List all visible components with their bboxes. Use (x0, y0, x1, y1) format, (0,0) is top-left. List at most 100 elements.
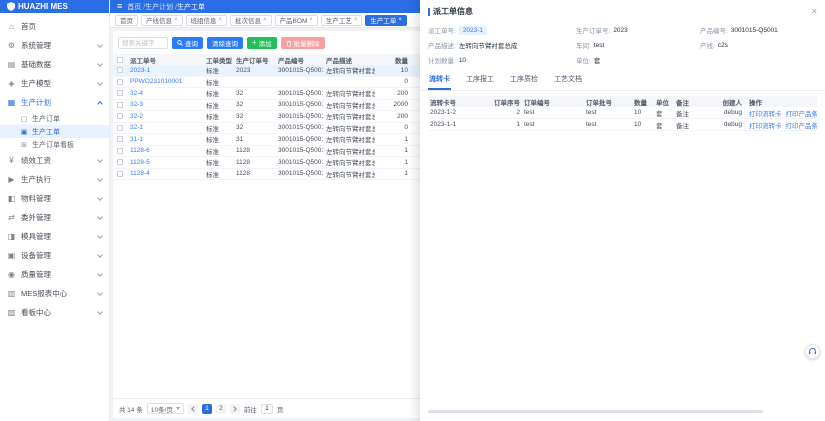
play-icon: ▶ (7, 175, 16, 184)
sidebar-item-production-model[interactable]: ◈生产模型 (0, 74, 109, 93)
shield-logo-icon (7, 2, 15, 11)
print-flow-card-link[interactable]: 打印流转卡 (749, 123, 782, 130)
flow-card-row[interactable]: 2023-1-2 2 test test 10 套 备注 debug 打印流转卡… (428, 107, 817, 119)
tab-team-info[interactable]: 班组信息× (186, 15, 228, 26)
mes-app: HUAZHI MES ⌂首页 ⚙系统管理 ▤基础数据 ◈生产模型 ▦生产计划 ▢… (0, 0, 825, 421)
sidebar-item-material[interactable]: ◧物料管理 (0, 189, 109, 208)
row-checkbox[interactable] (117, 125, 123, 131)
page-button-2[interactable]: 2 (216, 404, 226, 414)
dispatch-no-link[interactable]: 1128-6 (127, 147, 203, 154)
home-icon: ⌂ (7, 22, 16, 31)
breadcrumb-home[interactable]: 首页 (127, 2, 145, 12)
dispatch-no-link[interactable]: PPWO231010001 (127, 78, 203, 85)
sidebar-item-home[interactable]: ⌂首页 (0, 17, 109, 36)
sidebar-item-mold[interactable]: ◨模具管理 (0, 227, 109, 246)
sidebar-item-system[interactable]: ⚙系统管理 (0, 36, 109, 55)
tab-process-report[interactable]: 工序报工 (465, 72, 495, 90)
row-checkbox[interactable] (117, 67, 123, 73)
select-all-checkbox[interactable] (117, 57, 123, 63)
page-button-1[interactable]: 1 (202, 404, 212, 414)
sidebar-item-outsourcing[interactable]: ⇄委外管理 (0, 208, 109, 227)
dispatch-no-link[interactable]: 32-1 (127, 124, 203, 131)
flow-table-header: 流转卡号 订单序号 订单编号 订单批号 数量 单位 备注 创建人 操作 (428, 96, 817, 107)
search-input[interactable] (118, 37, 168, 49)
mold-icon: ◨ (7, 232, 16, 241)
dispatch-no-link[interactable]: 32-4 (127, 90, 203, 97)
row-checkbox[interactable] (117, 90, 123, 96)
dispatch-no-link[interactable]: 32-3 (127, 101, 203, 108)
search-button[interactable]: 查询 (172, 37, 203, 49)
row-checkbox[interactable] (117, 79, 123, 85)
sidebar-item-quality[interactable]: ◉质量管理 (0, 265, 109, 284)
sidebar-item-production-exec[interactable]: ▶生产执行 (0, 170, 109, 189)
chevron-up-icon (97, 101, 103, 107)
sidebar-item-mes-report-center[interactable]: ▥MES报表中心 (0, 284, 109, 303)
kanban-icon: ⊞ (20, 141, 28, 149)
sidebar-subitem-production-workorder[interactable]: ▣生产工单 (0, 125, 109, 138)
tab-process-inspection[interactable]: 工序质检 (509, 72, 539, 90)
tab-flow-card[interactable]: 流转卡 (428, 72, 451, 90)
row-checkbox[interactable] (117, 136, 123, 142)
next-page-button[interactable] (230, 404, 240, 414)
dispatch-no-link[interactable]: 2023-1 (127, 67, 203, 74)
assistant-floating-button[interactable] (805, 344, 820, 359)
page-size-select[interactable]: 10条/页 (147, 403, 184, 414)
tab-process-document[interactable]: 工艺文档 (553, 72, 583, 90)
col-quantity: 数量 (375, 55, 411, 65)
row-checkbox[interactable] (117, 102, 123, 108)
horizontal-scrollbar[interactable] (428, 410, 763, 413)
breadcrumb-production-plan[interactable]: 生产计划 (145, 2, 177, 12)
row-checkbox[interactable] (117, 148, 123, 154)
dispatch-no-link[interactable]: 1128-5 (127, 159, 203, 166)
row-checkbox[interactable] (117, 159, 123, 165)
add-button[interactable]: +添加 (247, 37, 277, 49)
print-product-barcode-link[interactable]: 打印产品条码 (786, 111, 818, 118)
sidebar-subitem-order-kanban[interactable]: ⊞生产订单看板 (0, 138, 109, 151)
print-flow-card-link[interactable]: 打印流转卡 (749, 111, 782, 118)
title-accent-bar (428, 8, 430, 16)
batch-delete-button[interactable]: 批量删除 (281, 37, 325, 49)
dispatch-no-link[interactable]: 1128-4 (127, 170, 203, 177)
plus-icon: + (252, 39, 257, 47)
col-product-no: 产品编号 (275, 55, 323, 65)
sidebar-item-performance-wage[interactable]: ¥绩效工资 (0, 151, 109, 170)
row-checkbox[interactable] (117, 171, 123, 177)
tab-production-workorder[interactable]: 生产工单× (365, 15, 407, 26)
tab-line-info[interactable]: 产线信息× (141, 15, 183, 26)
chevron-down-icon (176, 407, 180, 410)
search-icon (177, 40, 183, 46)
dispatch-no-link[interactable]: 31-1 (127, 136, 203, 143)
close-icon[interactable]: × (812, 7, 817, 16)
sidebar-item-equipment[interactable]: ▣设备管理 (0, 246, 109, 265)
chevron-down-icon (97, 233, 103, 239)
sidebar-item-production-plan[interactable]: ▦生产计划 (0, 93, 109, 112)
close-tab-icon[interactable]: × (263, 17, 267, 23)
tab-production-process[interactable]: 生产工艺× (321, 15, 363, 26)
dispatch-no-link[interactable]: 32-2 (127, 113, 203, 120)
close-tab-icon[interactable]: × (398, 17, 402, 23)
tab-home[interactable]: 首页 (115, 15, 138, 26)
flow-card-row[interactable]: 2023-1-1 1 test test 10 套 备注 debug 打印流转卡… (428, 119, 817, 131)
sidebar-subitem-production-order[interactable]: ▢生产订单 (0, 112, 109, 125)
prev-page-button[interactable] (188, 404, 198, 414)
dispatch-no-chip[interactable]: 2023-1 (459, 26, 487, 35)
print-product-barcode-link[interactable]: 打印产品条码 (786, 123, 818, 130)
collapse-menu-icon[interactable]: ≡ (117, 2, 122, 11)
sidebar-item-basic-data[interactable]: ▤基础数据 (0, 55, 109, 74)
close-tab-icon[interactable]: × (354, 17, 358, 23)
close-tab-icon[interactable]: × (174, 17, 178, 23)
flow-card-table: 流转卡号 订单序号 订单编号 订单批号 数量 单位 备注 创建人 操作 2023… (428, 96, 817, 131)
document-icon: ▢ (20, 115, 28, 123)
chevron-down-icon (97, 214, 103, 220)
trash-icon (286, 40, 292, 47)
goto-page-input[interactable] (261, 404, 273, 414)
close-tab-icon[interactable]: × (309, 17, 313, 23)
tab-product-bom[interactable]: 产品BOM× (275, 15, 318, 26)
exchange-icon: ⇄ (7, 213, 16, 222)
chevron-down-icon (97, 176, 103, 182)
row-checkbox[interactable] (117, 113, 123, 119)
sidebar-item-kanban-center[interactable]: ▧看板中心 (0, 303, 109, 322)
tab-batch-info[interactable]: 批次信息× (230, 15, 272, 26)
close-tab-icon[interactable]: × (219, 17, 223, 23)
clear-search-button[interactable]: 清除查询 (207, 37, 243, 49)
